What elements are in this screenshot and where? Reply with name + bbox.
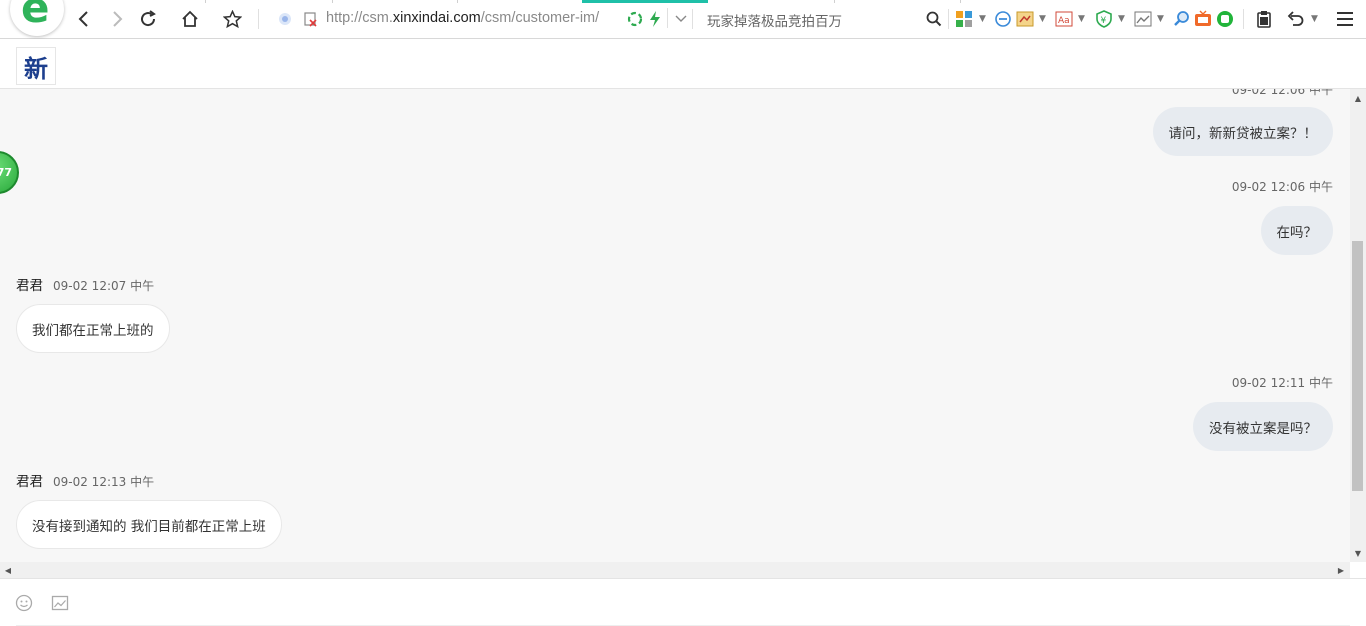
- chevron-left-icon: [78, 11, 88, 27]
- chevron-down-icon[interactable]: ▼: [1118, 14, 1125, 24]
- search-suggestion[interactable]: 玩家掉落极品竞拍百万: [707, 10, 842, 30]
- site-logo-text: 新: [24, 53, 48, 83]
- message-time: 09-02 12:06 中午: [1231, 89, 1333, 97]
- user-message-bubble: 没有被立案是吗？: [1193, 402, 1333, 451]
- vertical-scrollbar[interactable]: ▲ ▼: [1350, 89, 1366, 562]
- browser-toolbar: e http://csm.xinxindai.com/csm/customer-…: [0, 0, 1366, 39]
- chevron-down-icon[interactable]: ▼: [1078, 14, 1085, 24]
- refresh-icon: [141, 10, 156, 27]
- url-prefix: http://csm.: [326, 10, 393, 26]
- search-icon[interactable]: [926, 11, 942, 27]
- security-dot-icon: [279, 13, 291, 25]
- tab-separator: [457, 0, 458, 3]
- home-button[interactable]: [179, 8, 201, 30]
- message-time: 09-02 12:11 中午: [1231, 376, 1333, 390]
- refresh-button[interactable]: [137, 8, 159, 30]
- chevron-right-icon: [113, 11, 123, 27]
- lightning-icon[interactable]: [648, 10, 662, 28]
- url-divider: [667, 8, 668, 28]
- user-message-bubble: 请问，新新贷被立案？！: [1152, 107, 1333, 156]
- minus-circle-icon[interactable]: [994, 10, 1012, 28]
- home-icon: [182, 10, 198, 27]
- screenshot-icon[interactable]: [1016, 10, 1034, 28]
- svg-text:¥: ¥: [1101, 16, 1107, 26]
- url-path: /csm/customer-im/: [480, 10, 600, 26]
- smiley-icon: [15, 594, 33, 612]
- forward-button[interactable]: [106, 8, 128, 30]
- magnifier-icon[interactable]: [1173, 10, 1191, 28]
- scroll-left-icon[interactable]: ◀: [1, 562, 15, 578]
- floating-badge[interactable]: 77: [0, 151, 19, 194]
- agent-message-header: 君君 09-02 12:13 中午: [16, 470, 154, 490]
- back-button[interactable]: [73, 8, 95, 30]
- site-logo[interactable]: 新: [16, 47, 56, 85]
- toolbar-divider: [1243, 9, 1244, 29]
- recycle-icon[interactable]: [627, 11, 643, 27]
- tab-separator: [205, 0, 206, 3]
- scroll-up-icon[interactable]: ▲: [1350, 91, 1366, 105]
- tab-separator: [834, 0, 835, 3]
- tv-icon[interactable]: [1194, 10, 1212, 28]
- toolbar-divider: [258, 9, 259, 29]
- emoji-button[interactable]: [14, 593, 34, 613]
- apps-grid-icon[interactable]: [955, 10, 973, 28]
- agent-message-bubble: 我们都在正常上班的: [16, 304, 170, 353]
- message-time: 09-02 12:06 中午: [1231, 180, 1333, 194]
- undo-icon[interactable]: [1287, 10, 1305, 28]
- chevron-down-icon[interactable]: ▼: [979, 14, 986, 24]
- chevron-down-icon[interactable]: ▼: [1039, 14, 1046, 24]
- toolbar-divider: [948, 9, 949, 29]
- menu-icon[interactable]: [1336, 10, 1354, 28]
- browser-logo-letter: e: [21, 0, 50, 32]
- scroll-thumb[interactable]: [1352, 241, 1363, 491]
- message-time: 09-02 12:07 中午: [53, 279, 155, 293]
- url-domain: xinxindai.com: [392, 10, 481, 26]
- user-message-bubble: 在吗？: [1260, 206, 1333, 255]
- url-text[interactable]: http://csm.xinxindai.com/csm/customer-im…: [326, 10, 618, 26]
- agent-name: 君君: [16, 278, 43, 294]
- agent-message-header: 君君 09-02 12:07 中午: [16, 274, 154, 294]
- agent-message-bubble: 没有接到通知的 我们目前都在正常上班: [16, 500, 282, 549]
- agent-name: 君君: [16, 474, 43, 490]
- message-input-toolbar: [0, 578, 1366, 626]
- message-time: 09-02 12:13 中午: [53, 475, 155, 489]
- svg-text:Aa: Aa: [1058, 16, 1070, 26]
- favorite-button[interactable]: [221, 8, 243, 30]
- image-icon: [51, 595, 69, 611]
- browser-logo-icon[interactable]: e: [10, 0, 64, 36]
- toolbar-divider: [692, 9, 693, 29]
- tab-separator: [332, 0, 333, 3]
- chevron-down-icon[interactable]: ▼: [1157, 14, 1164, 24]
- shield-icon[interactable]: ¥: [1095, 10, 1113, 28]
- chat-messages[interactable]: 09-02 12:06 中午 请问，新新贷被立案？！ 09-02 12:06 中…: [0, 89, 1350, 562]
- image-upload-button[interactable]: [50, 593, 70, 613]
- horizontal-scrollbar[interactable]: ◀ ▶: [0, 562, 1350, 578]
- scroll-down-icon[interactable]: ▼: [1350, 546, 1366, 560]
- chevron-down-icon[interactable]: ▼: [1311, 14, 1318, 24]
- clipboard-icon[interactable]: [1255, 10, 1273, 28]
- green-circle-icon[interactable]: [1216, 10, 1234, 28]
- image-icon[interactable]: [1134, 10, 1152, 28]
- insecure-page-icon: [304, 12, 317, 27]
- translate-icon[interactable]: Aa: [1055, 10, 1073, 28]
- scroll-right-icon[interactable]: ▶: [1334, 562, 1348, 578]
- active-tab-indicator[interactable]: [582, 0, 708, 3]
- address-bar[interactable]: http://csm.xinxindai.com/csm/customer-im…: [276, 6, 694, 33]
- chevron-down-icon[interactable]: [675, 14, 687, 24]
- site-header: 新: [0, 39, 1366, 89]
- tab-separator: [960, 0, 961, 3]
- star-icon: [222, 9, 242, 28]
